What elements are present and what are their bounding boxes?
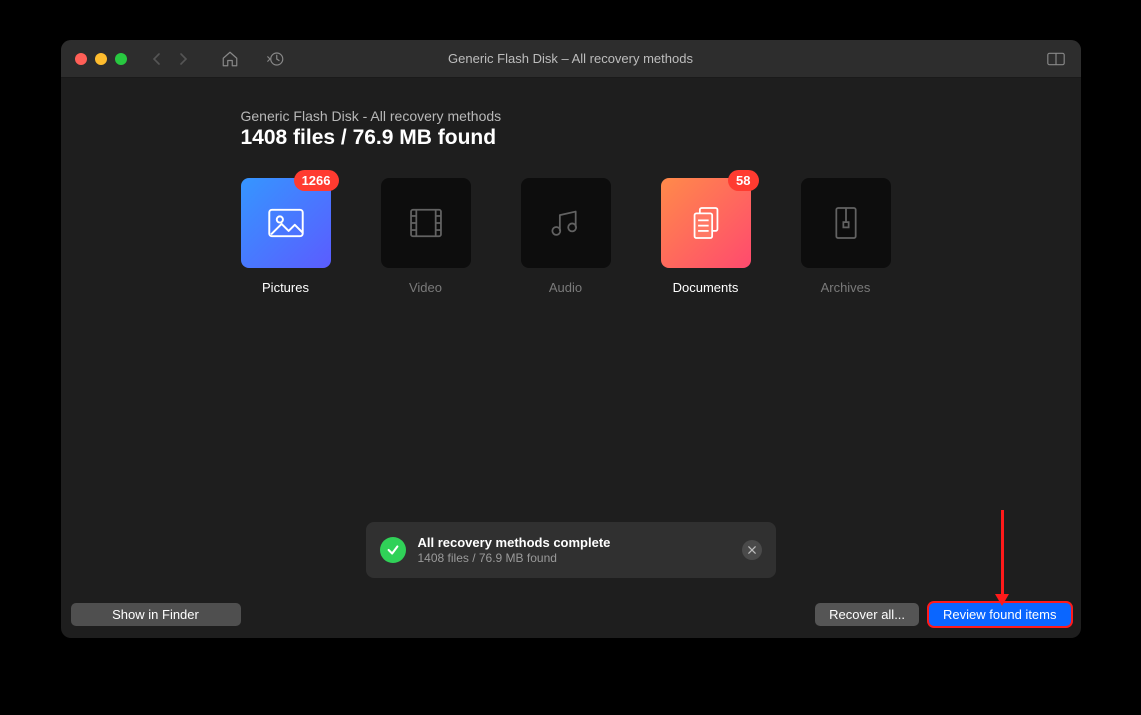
forward-button[interactable] (173, 48, 195, 70)
category-grid: 1266 Pictures (241, 178, 1051, 295)
toast-close-button[interactable] (742, 540, 762, 560)
toast-title: All recovery methods complete (418, 535, 730, 550)
video-tile (381, 178, 471, 268)
breadcrumb: Generic Flash Disk - All recovery method… (241, 108, 1051, 124)
category-pictures[interactable]: 1266 Pictures (241, 178, 331, 295)
archives-icon (824, 201, 868, 245)
maximize-window-button[interactable] (115, 53, 127, 65)
audio-icon (544, 201, 588, 245)
archives-tile (801, 178, 891, 268)
footer-bar: Show in Finder Recover all... Review fou… (61, 598, 1081, 638)
audio-tile (521, 178, 611, 268)
page-title: 1408 files / 76.9 MB found (241, 126, 1051, 150)
checkmark-icon (380, 537, 406, 563)
app-window: Generic Flash Disk – All recovery method… (61, 40, 1081, 638)
window-title: Generic Flash Disk – All recovery method… (448, 51, 693, 66)
pictures-tile: 1266 (241, 178, 331, 268)
main-content: Generic Flash Disk - All recovery method… (61, 78, 1081, 598)
home-button[interactable] (219, 48, 241, 70)
toast-subtitle: 1408 files / 76.9 MB found (418, 551, 730, 565)
category-archives[interactable]: Archives (801, 178, 891, 295)
window-controls (75, 53, 127, 65)
recover-all-button[interactable]: Recover all... (815, 603, 919, 626)
documents-badge: 58 (728, 170, 758, 191)
documents-tile: 58 (661, 178, 751, 268)
documents-icon (684, 201, 728, 245)
review-found-items-button[interactable]: Review found items (929, 603, 1070, 626)
pictures-label: Pictures (262, 280, 309, 295)
history-button[interactable] (265, 48, 287, 70)
close-window-button[interactable] (75, 53, 87, 65)
sidebar-toggle-button[interactable] (1045, 48, 1067, 70)
completion-toast: All recovery methods complete 1408 files… (366, 522, 776, 578)
category-video[interactable]: Video (381, 178, 471, 295)
pictures-badge: 1266 (294, 170, 339, 191)
category-documents[interactable]: 58 Documents (661, 178, 751, 295)
audio-label: Audio (549, 280, 582, 295)
minimize-window-button[interactable] (95, 53, 107, 65)
category-audio[interactable]: Audio (521, 178, 611, 295)
toast-text: All recovery methods complete 1408 files… (418, 535, 730, 565)
video-label: Video (409, 280, 442, 295)
archives-label: Archives (821, 280, 871, 295)
show-in-finder-button[interactable]: Show in Finder (71, 603, 241, 626)
nav-controls (145, 48, 287, 70)
titlebar: Generic Flash Disk – All recovery method… (61, 40, 1081, 78)
documents-label: Documents (673, 280, 739, 295)
back-button[interactable] (145, 48, 167, 70)
pictures-icon (264, 201, 308, 245)
video-icon (404, 201, 448, 245)
